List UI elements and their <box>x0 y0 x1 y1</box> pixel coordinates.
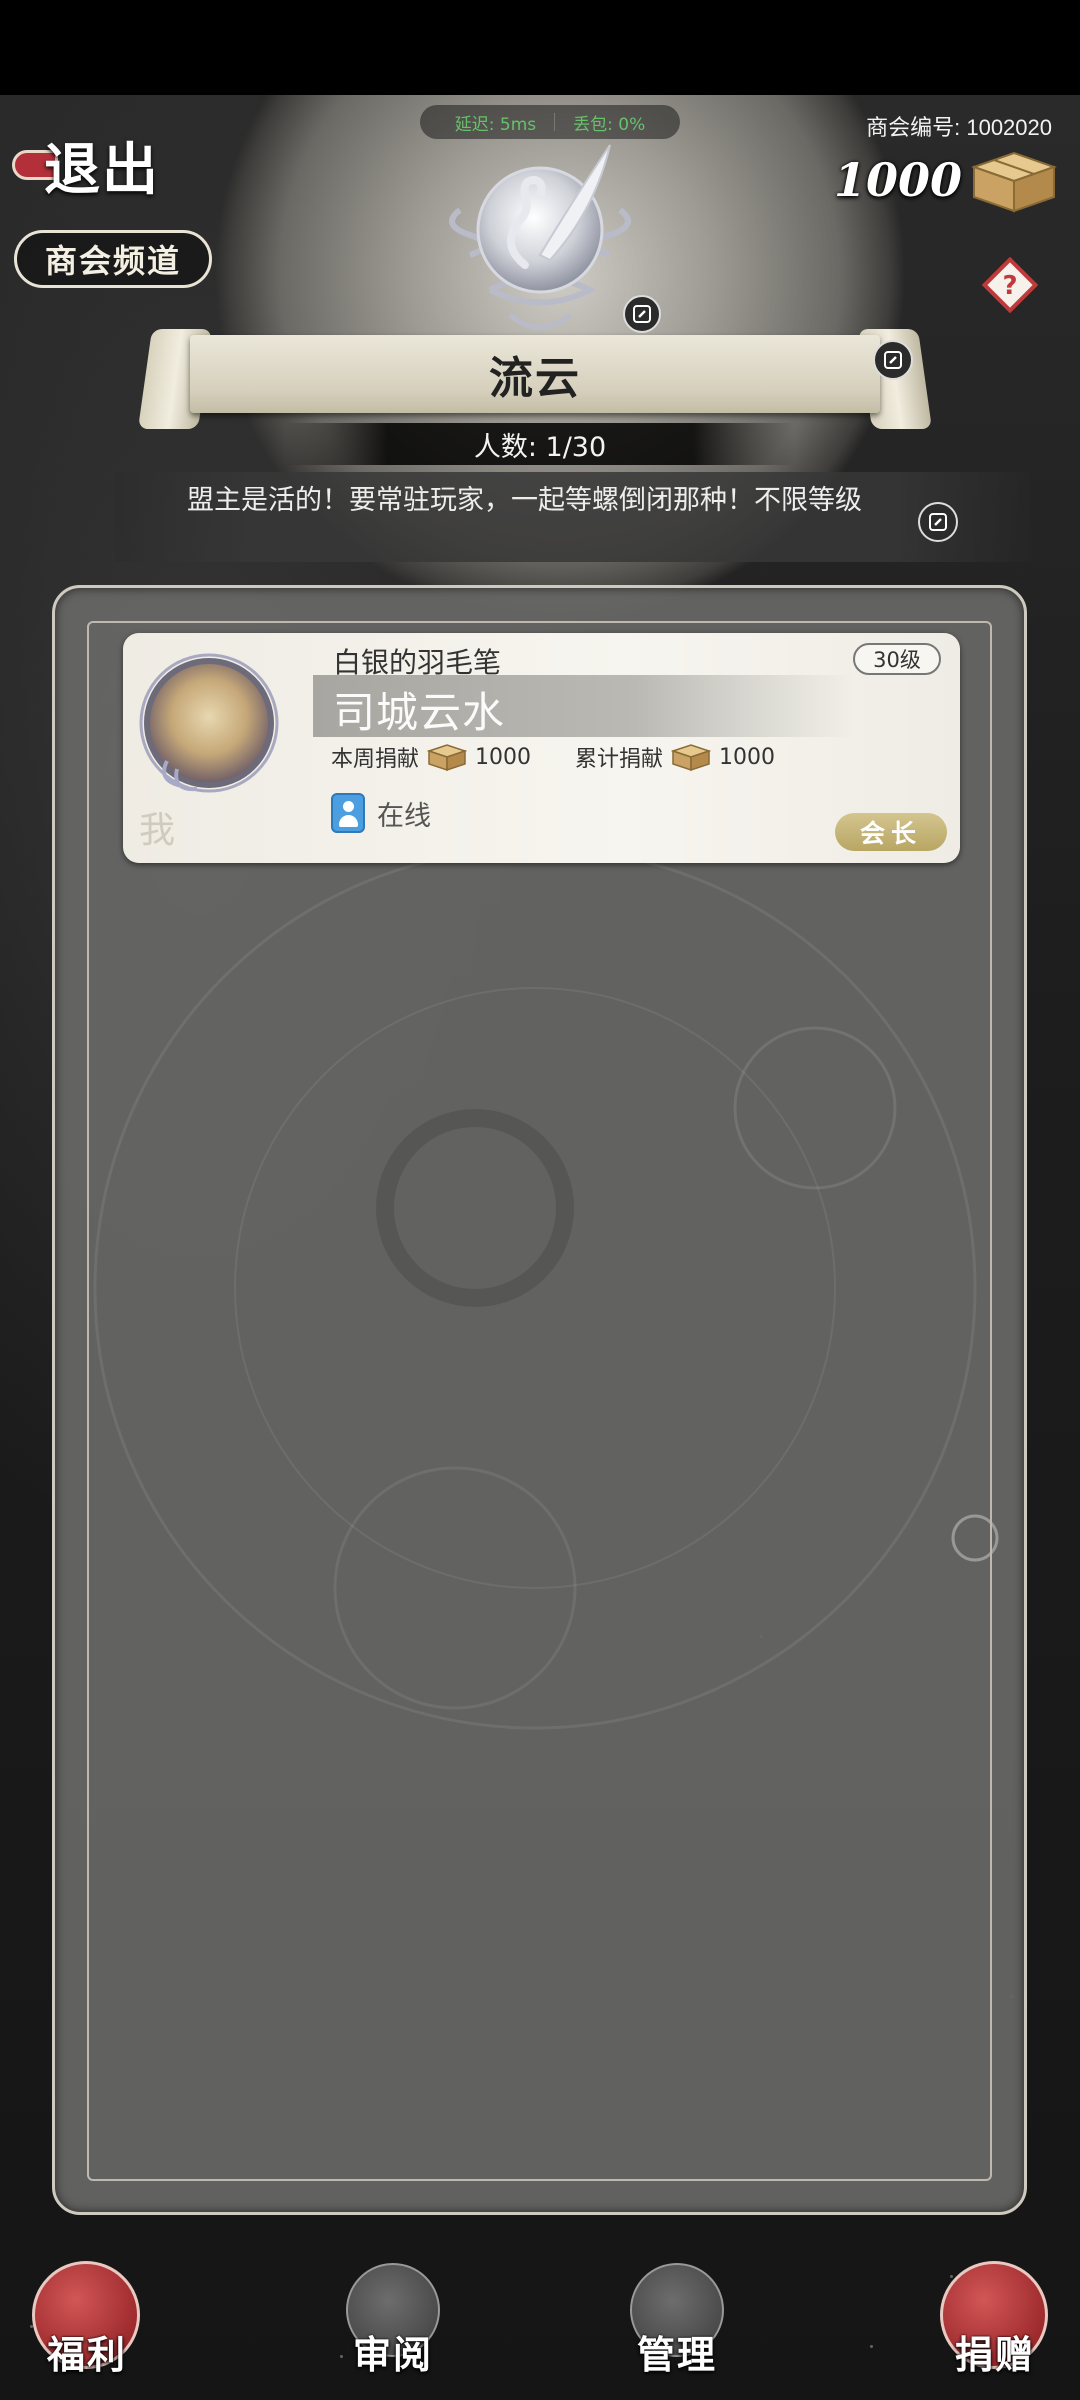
avatar <box>139 653 279 793</box>
total-donation-value: 1000 <box>719 744 776 770</box>
welfare-button[interactable]: 福利 <box>22 2255 152 2385</box>
person-icon <box>331 793 365 833</box>
edit-icon <box>929 513 947 531</box>
welfare-label: 福利 <box>46 2332 127 2377</box>
manage-label: 管理 <box>636 2332 717 2377</box>
exit-button[interactable]: 退出 <box>12 125 182 205</box>
currency-display: 1000 <box>834 145 1060 215</box>
level-badge: 30级 <box>853 643 941 675</box>
exit-label: 退出 <box>44 136 160 203</box>
self-marker: 我 <box>139 810 176 851</box>
edit-icon <box>884 351 902 369</box>
manage-button[interactable]: 管理 <box>612 2255 742 2385</box>
role-badge: 会长 <box>835 813 947 851</box>
crate-icon <box>427 744 468 772</box>
crate-icon <box>970 151 1058 213</box>
guild-id: 商会编号: 1002020 <box>866 115 1052 140</box>
guild-screen: 延迟: 5ms 丢包: 0% 退出 商会频道 商会编号: 1002020 100… <box>0 95 1080 2400</box>
total-donation-label: 累计捐献 <box>575 747 664 772</box>
member-count: 人数: 1/30 <box>285 423 795 465</box>
help-button[interactable]: ? <box>982 257 1038 313</box>
donate-button[interactable]: 捐赠 <box>930 2255 1060 2385</box>
member-name: 司城云水 <box>333 688 506 737</box>
donate-label: 捐赠 <box>954 2332 1035 2377</box>
weekly-donation-label: 本周捐献 <box>331 747 420 772</box>
member-card[interactable]: 我 白银的羽毛笔 30级 司城云水 本周捐献 1000 累计捐献 1000 在线… <box>123 633 960 863</box>
weekly-donation-value: 1000 <box>475 744 532 770</box>
edit-crest-button[interactable] <box>623 295 661 333</box>
review-label: 审阅 <box>352 2332 433 2377</box>
swan-crest-icon <box>449 144 631 330</box>
crate-icon <box>671 744 712 772</box>
weekly-donation: 本周捐献 1000 <box>331 741 531 773</box>
total-donation: 累计捐献 1000 <box>575 741 775 773</box>
system-status-bar <box>0 0 1080 95</box>
online-status: 在线 <box>331 793 431 833</box>
edit-notice-button[interactable] <box>918 502 958 542</box>
guild-channel-button[interactable]: 商会频道 <box>14 230 212 288</box>
currency-amount: 1000 <box>833 153 962 207</box>
edit-icon <box>633 305 651 323</box>
question-icon: ? <box>1002 271 1017 301</box>
review-button[interactable]: 审阅 <box>328 2255 458 2385</box>
guild-name: 流云 <box>489 353 581 404</box>
online-status-text: 在线 <box>377 800 431 832</box>
edit-name-button[interactable] <box>873 340 913 380</box>
guild-notice: 盟主是活的！要常驻玩家，一起等螺倒闭那种！不限等级 <box>115 472 1030 562</box>
